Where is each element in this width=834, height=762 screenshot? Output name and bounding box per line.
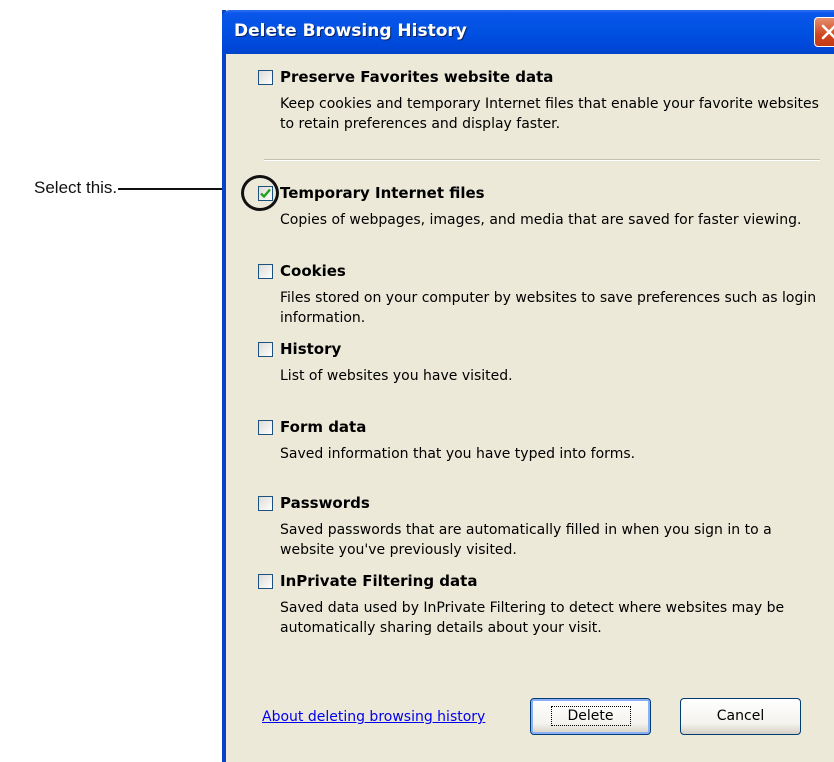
history-checkbox[interactable] <box>258 342 273 357</box>
passwords-description: Saved passwords that are automatically f… <box>280 522 772 558</box>
form-data-checkbox[interactable] <box>258 420 273 435</box>
passwords-checkbox[interactable] <box>258 496 273 511</box>
cookies-checkbox[interactable] <box>258 264 273 279</box>
separator <box>264 159 820 161</box>
delete-browsing-history-dialog: Delete Browsing History Preserve Favorit… <box>222 10 834 762</box>
cookies-description: Files stored on your computer by website… <box>280 290 817 326</box>
form-data-description: Saved information that you have typed in… <box>280 446 636 462</box>
cookies-label[interactable]: Cookies <box>280 262 346 280</box>
preserve-favorites-checkbox[interactable] <box>258 70 273 85</box>
close-button[interactable] <box>814 17 834 47</box>
dialog-title: Delete Browsing History <box>234 21 467 41</box>
passwords-label[interactable]: Passwords <box>280 494 370 512</box>
cancel-button[interactable]: Cancel <box>680 698 801 735</box>
history-label[interactable]: History <box>280 340 341 358</box>
about-deleting-history-link[interactable]: About deleting browsing history <box>262 709 485 725</box>
preserve-favorites-description: Keep cookies and temporary Internet file… <box>280 96 819 132</box>
preserve-favorites-label[interactable]: Preserve Favorites website data <box>280 68 553 86</box>
form-data-label[interactable]: Form data <box>280 418 366 436</box>
delete-button-label: Delete <box>550 706 631 726</box>
inprivate-filtering-data-label[interactable]: InPrivate Filtering data <box>280 572 477 590</box>
close-icon <box>821 24 834 40</box>
temporary-internet-files-description: Copies of webpages, images, and media th… <box>280 212 802 228</box>
temporary-internet-files-label[interactable]: Temporary Internet files <box>280 184 485 202</box>
title-bar: Delete Browsing History <box>222 10 834 54</box>
inprivate-filtering-data-description: Saved data used by InPrivate Filtering t… <box>280 600 785 636</box>
highlight-circle <box>241 175 279 211</box>
delete-button[interactable]: Delete <box>530 698 651 735</box>
history-description: List of websites you have visited. <box>280 368 513 384</box>
inprivate-filtering-data-checkbox[interactable] <box>258 574 273 589</box>
